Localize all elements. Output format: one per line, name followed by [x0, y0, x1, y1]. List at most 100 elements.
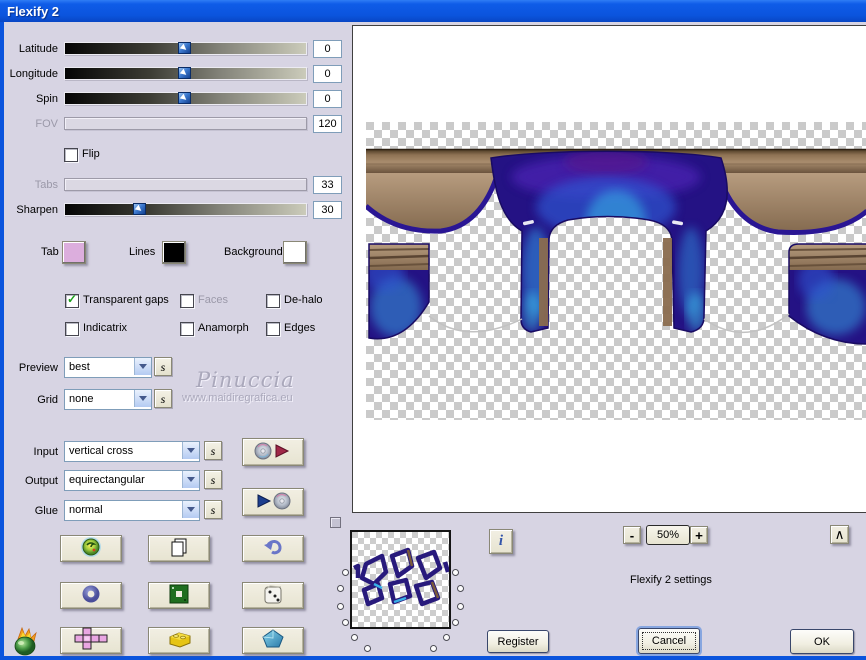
flip-label: Flip	[82, 148, 100, 160]
fov-value-field[interactable]	[313, 115, 342, 133]
dial-dot[interactable]	[452, 619, 460, 627]
tabs-slider	[64, 178, 307, 191]
preview-image	[366, 122, 866, 420]
de-halo-label: De-halo	[284, 294, 323, 306]
input-s-button[interactable]: s	[204, 441, 222, 460]
dial-dot[interactable]	[336, 585, 344, 593]
slider-handle[interactable]	[133, 203, 146, 215]
undo-button[interactable]	[242, 535, 304, 562]
spin-value-field[interactable]	[313, 90, 342, 108]
transparent-gaps-label: Transparent gaps	[83, 294, 169, 306]
preview-value: best	[69, 361, 90, 373]
input-dropdown[interactable]: vertical cross	[64, 441, 200, 462]
chevron-down-icon[interactable]	[134, 358, 151, 375]
frame-button[interactable]	[148, 582, 210, 609]
latitude-value-field[interactable]	[313, 40, 342, 58]
chevron-down-icon[interactable]	[182, 442, 199, 459]
grid-dropdown[interactable]: none	[64, 389, 152, 410]
zoom-level[interactable]: 50%	[646, 525, 690, 545]
ok-button[interactable]: OK	[790, 629, 854, 654]
glue-dropdown[interactable]: normal	[64, 500, 200, 521]
brick-button[interactable]	[148, 627, 210, 654]
save-settings-button[interactable]	[242, 438, 304, 466]
dial-dot[interactable]	[452, 568, 460, 576]
window-border-bottom	[0, 656, 866, 660]
preview-dropdown[interactable]: best	[64, 357, 152, 378]
slider-handle[interactable]	[178, 42, 191, 54]
preview-row: Preview best s	[0, 357, 200, 378]
window-title: Flexify 2	[7, 3, 60, 19]
grid-row: Grid none s	[0, 389, 200, 410]
dial-handle[interactable]	[330, 517, 341, 528]
titlebar[interactable]: Flexify 2	[0, 0, 866, 22]
load-settings-button[interactable]	[242, 488, 304, 516]
grid-value: none	[69, 393, 94, 405]
dial-dot[interactable]	[336, 602, 344, 610]
dial-dot[interactable]	[429, 645, 437, 653]
copy-button[interactable]	[148, 535, 210, 562]
chevron-down-icon[interactable]	[134, 390, 151, 407]
undo-arrow-icon	[262, 537, 284, 560]
tab-color-swatch[interactable]	[62, 241, 86, 264]
input-label: Input	[33, 446, 58, 458]
flexify-window: Flexify 2 Latitude Longitude Spin FOV Fl…	[0, 0, 866, 660]
output-s-button[interactable]: s	[204, 470, 222, 489]
slider-handle[interactable]	[178, 92, 191, 104]
gem-button[interactable]	[242, 627, 304, 654]
slider-row-longitude: Longitude	[0, 65, 345, 87]
dial-dot[interactable]	[341, 619, 349, 627]
green-frame-icon	[168, 583, 190, 608]
watermark-url: www.maidiregrafica.eu	[182, 392, 293, 404]
unfolded-cube-cross-icon	[74, 627, 108, 654]
longitude-slider[interactable]	[64, 67, 307, 80]
cross-layout-button[interactable]	[60, 627, 122, 654]
dice-icon	[262, 583, 284, 608]
grid-s-button[interactable]: s	[154, 389, 172, 408]
zoom-in-button[interactable]: +	[690, 526, 708, 544]
grid-label: Grid	[37, 394, 58, 406]
preview-area[interactable]	[352, 25, 866, 513]
fov-slider	[64, 117, 307, 130]
dial-dot[interactable]	[457, 602, 465, 610]
indicatrix-label: Indicatrix	[83, 322, 128, 334]
input-row: Input vertical cross s	[0, 441, 230, 462]
dial-dot[interactable]	[341, 568, 349, 576]
dice-button[interactable]	[242, 582, 304, 609]
info-button[interactable]: i	[489, 529, 513, 554]
swirl-logo-button[interactable]	[60, 535, 122, 562]
output-dropdown[interactable]: equirectangular	[64, 470, 200, 491]
glue-s-button[interactable]: s	[204, 500, 222, 519]
sharpen-value-field[interactable]	[313, 201, 342, 219]
glue-row: Glue normal s	[0, 500, 230, 521]
dial-dot[interactable]	[364, 645, 372, 653]
tabs-value-field[interactable]	[313, 176, 342, 194]
preview-s-button[interactable]: s	[154, 357, 172, 376]
collapse-button[interactable]: ∧	[830, 525, 849, 544]
register-button[interactable]: Register	[487, 630, 549, 653]
donut-ring-icon	[80, 583, 102, 608]
glue-label: Glue	[34, 505, 58, 517]
sharpen-slider[interactable]	[64, 203, 307, 216]
preview-thumbnail[interactable]	[350, 530, 451, 629]
chevron-down-icon[interactable]	[182, 501, 199, 518]
zoom-level-value: 50%	[656, 529, 680, 541]
dial-dot[interactable]	[350, 633, 358, 641]
latitude-label: Latitude	[18, 43, 58, 55]
chevron-down-icon[interactable]	[182, 471, 199, 488]
zoom-out-button[interactable]: -	[623, 526, 641, 544]
lines-color-swatch[interactable]	[162, 241, 186, 264]
indicatrix-box	[65, 322, 79, 336]
spin-slider[interactable]	[64, 92, 307, 105]
dial-dot[interactable]	[443, 633, 451, 641]
dial-dot[interactable]	[457, 585, 465, 593]
faces-label: Faces	[198, 294, 228, 306]
ring-button[interactable]	[60, 582, 122, 609]
tab-color-label: Tab	[41, 246, 59, 258]
longitude-value-field[interactable]	[313, 65, 342, 83]
latitude-slider[interactable]	[64, 42, 307, 55]
cancel-button[interactable]: Cancel	[638, 628, 700, 654]
anamorph-label: Anamorph	[198, 322, 249, 334]
background-color-swatch[interactable]	[283, 241, 307, 264]
de-halo-box	[266, 294, 280, 308]
slider-handle[interactable]	[178, 67, 191, 79]
